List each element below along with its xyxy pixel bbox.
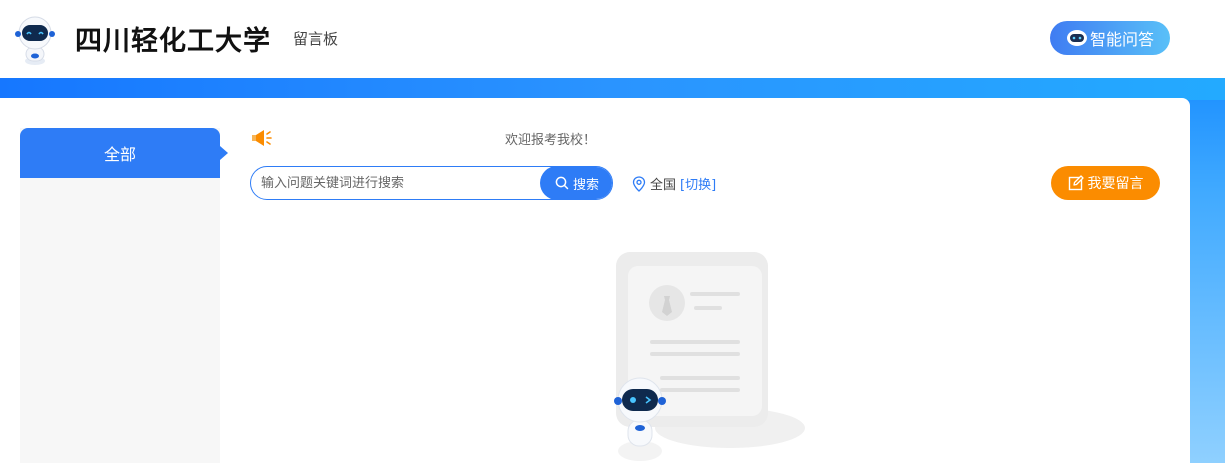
- sidebar-item-label: 全部: [103, 145, 136, 164]
- search-icon: [555, 176, 569, 190]
- leave-message-button[interactable]: 我要留言: [1051, 166, 1160, 200]
- region-switch-link[interactable]: [切换]: [680, 174, 716, 193]
- edit-icon: [1068, 175, 1084, 191]
- search-button-label: 搜索: [572, 177, 599, 193]
- location-pin-icon: [632, 175, 646, 192]
- robot-mascot-icon[interactable]: [10, 14, 60, 66]
- site-title: 四川轻化工大学: [75, 26, 271, 57]
- notice-text: 欢迎报考我校！: [505, 133, 597, 148]
- search-button[interactable]: 搜索: [540, 167, 612, 199]
- banner-stripe: [0, 78, 1225, 100]
- ai-qa-label: 智能问答: [1089, 30, 1154, 49]
- ai-qa-button[interactable]: 智能问答: [1050, 21, 1170, 55]
- category-sidebar: [20, 128, 220, 463]
- active-pointer-arrow: [220, 146, 228, 160]
- robot-face-icon: [1066, 30, 1087, 46]
- search-bar: 搜索: [250, 166, 613, 200]
- empty-state-illustration: [614, 252, 805, 461]
- sidebar-item-all[interactable]: 全部: [20, 128, 220, 178]
- megaphone-icon: [252, 130, 272, 146]
- region-selector: 全国 [切换]: [632, 174, 716, 193]
- page-subtitle: 留言板: [293, 30, 339, 48]
- region-current: 全国: [650, 178, 677, 193]
- search-input[interactable]: [251, 167, 541, 199]
- leave-message-label: 我要留言: [1087, 176, 1144, 192]
- top-header: 四川轻化工大学 留言板 智能问答: [0, 0, 1225, 78]
